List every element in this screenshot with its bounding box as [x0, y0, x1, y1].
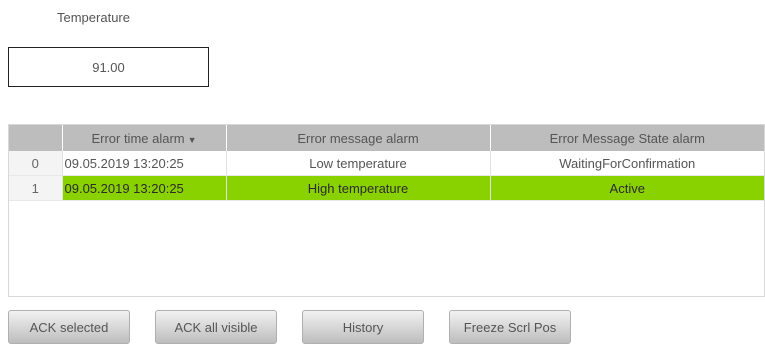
error-time-cell: 09.05.2019 13:20:25 [62, 175, 227, 201]
ack-all-visible-button[interactable]: ACK all visible [155, 310, 277, 344]
column-header-error-state[interactable]: Error Message State alarm [490, 125, 764, 151]
column-header-index[interactable] [9, 125, 63, 151]
freeze-scroll-position-button[interactable]: Freeze Scrl Pos [449, 310, 571, 344]
error-state-cell: Active [490, 175, 764, 201]
table-row-active[interactable]: 1 09.05.2019 13:20:25 High temperature A… [9, 175, 764, 201]
temperature-value: 91.00 [92, 59, 125, 75]
alarm-table-header: Error time alarm ▼ Error message alarm Er… [9, 125, 764, 151]
history-button[interactable]: History [302, 310, 424, 344]
table-row[interactable]: 0 09.05.2019 13:20:25 Low temperature Wa… [9, 151, 764, 176]
error-time-cell: 09.05.2019 13:20:25 [62, 151, 227, 176]
temperature-label: Temperature [57, 10, 130, 25]
error-message-cell: Low temperature [226, 151, 491, 176]
column-header-error-message[interactable]: Error message alarm [226, 125, 491, 151]
row-index: 0 [9, 151, 63, 176]
temperature-value-field: 91.00 [8, 47, 209, 87]
error-state-cell: WaitingForConfirmation [490, 151, 764, 176]
column-header-error-time[interactable]: Error time alarm ▼ [62, 125, 227, 151]
sort-descending-icon: ▼ [187, 134, 197, 145]
error-message-cell: High temperature [226, 175, 491, 201]
ack-selected-button[interactable]: ACK selected [8, 310, 130, 344]
column-header-error-time-label: Error time alarm [91, 130, 185, 146]
alarm-table[interactable]: Error time alarm ▼ Error message alarm Er… [8, 124, 765, 297]
row-index: 1 [9, 175, 63, 201]
